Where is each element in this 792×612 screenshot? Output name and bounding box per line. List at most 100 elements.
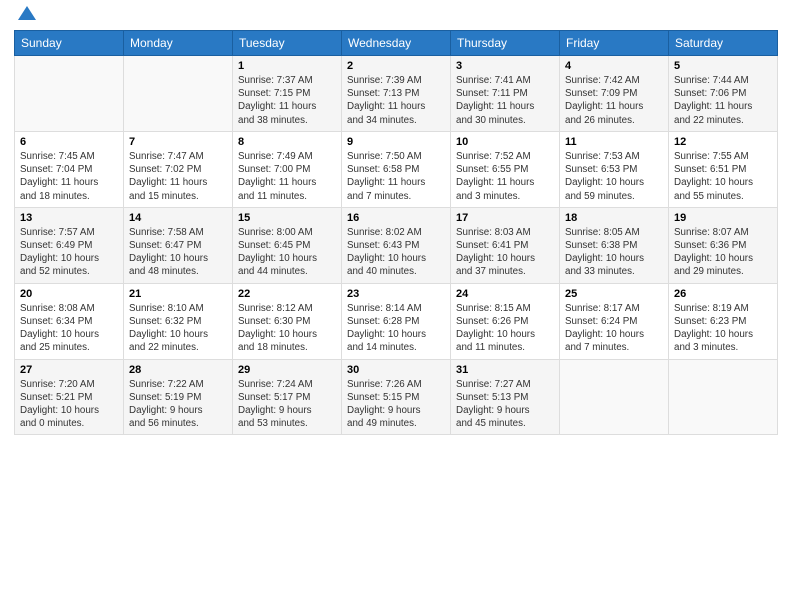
day-number: 23 <box>347 288 445 300</box>
day-info: Sunrise: 8:07 AM Sunset: 6:36 PM Dayligh… <box>674 226 772 279</box>
calendar-cell: 1 Sunrise: 7:37 AM Sunset: 7:15 PM Daylig… <box>233 56 342 132</box>
calendar-cell: 15 Sunrise: 8:00 AM Sunset: 6:45 PM Dayli… <box>233 207 342 283</box>
day-number: 11 <box>565 136 663 148</box>
day-info: Sunrise: 7:57 AM Sunset: 6:49 PM Dayligh… <box>20 226 118 279</box>
day-number: 26 <box>674 288 772 300</box>
calendar-cell: 21 Sunrise: 8:10 AM Sunset: 6:32 PM Dayli… <box>124 283 233 359</box>
calendar-cell: 2 Sunrise: 7:39 AM Sunset: 7:13 PM Daylig… <box>342 56 451 132</box>
day-number: 2 <box>347 60 445 72</box>
day-number: 18 <box>565 212 663 224</box>
day-info: Sunrise: 8:19 AM Sunset: 6:23 PM Dayligh… <box>674 302 772 355</box>
day-number: 28 <box>129 364 227 376</box>
calendar-cell: 24 Sunrise: 8:15 AM Sunset: 6:26 PM Dayli… <box>451 283 560 359</box>
day-info: Sunrise: 7:50 AM Sunset: 6:58 PM Dayligh… <box>347 150 445 203</box>
day-info: Sunrise: 8:08 AM Sunset: 6:34 PM Dayligh… <box>20 302 118 355</box>
header-day-wednesday: Wednesday <box>342 31 451 56</box>
day-info: Sunrise: 7:49 AM Sunset: 7:00 PM Dayligh… <box>238 150 336 203</box>
calendar-cell: 14 Sunrise: 7:58 AM Sunset: 6:47 PM Dayli… <box>124 207 233 283</box>
calendar-cell: 27 Sunrise: 7:20 AM Sunset: 5:21 PM Dayli… <box>15 359 124 435</box>
header-day-sunday: Sunday <box>15 31 124 56</box>
day-info: Sunrise: 8:03 AM Sunset: 6:41 PM Dayligh… <box>456 226 554 279</box>
day-info: Sunrise: 7:20 AM Sunset: 5:21 PM Dayligh… <box>20 378 118 431</box>
calendar-cell: 20 Sunrise: 8:08 AM Sunset: 6:34 PM Dayli… <box>15 283 124 359</box>
header-day-friday: Friday <box>560 31 669 56</box>
calendar-cell <box>669 359 778 435</box>
calendar-header: SundayMondayTuesdayWednesdayThursdayFrid… <box>15 31 778 56</box>
calendar-cell <box>124 56 233 132</box>
day-number: 19 <box>674 212 772 224</box>
calendar-cell: 16 Sunrise: 8:02 AM Sunset: 6:43 PM Dayli… <box>342 207 451 283</box>
calendar-cell: 12 Sunrise: 7:55 AM Sunset: 6:51 PM Dayli… <box>669 131 778 207</box>
header-day-monday: Monday <box>124 31 233 56</box>
page-container: SundayMondayTuesdayWednesdayThursdayFrid… <box>0 0 792 445</box>
calendar-cell: 18Sunrise: 8:05 AM Sunset: 6:38 PM Dayli… <box>560 207 669 283</box>
header-day-tuesday: Tuesday <box>233 31 342 56</box>
day-number: 29 <box>238 364 336 376</box>
day-info: Sunrise: 8:12 AM Sunset: 6:30 PM Dayligh… <box>238 302 336 355</box>
day-number: 25 <box>565 288 663 300</box>
calendar-body: 1 Sunrise: 7:37 AM Sunset: 7:15 PM Daylig… <box>15 56 778 435</box>
calendar-cell: 3 Sunrise: 7:41 AM Sunset: 7:11 PM Daylig… <box>451 56 560 132</box>
day-info: Sunrise: 8:02 AM Sunset: 6:43 PM Dayligh… <box>347 226 445 279</box>
calendar-cell: 28Sunrise: 7:22 AM Sunset: 5:19 PM Dayli… <box>124 359 233 435</box>
day-info: Sunrise: 7:55 AM Sunset: 6:51 PM Dayligh… <box>674 150 772 203</box>
day-info: Sunrise: 7:52 AM Sunset: 6:55 PM Dayligh… <box>456 150 554 203</box>
calendar-cell: 7 Sunrise: 7:47 AM Sunset: 7:02 PM Daylig… <box>124 131 233 207</box>
day-info: Sunrise: 7:44 AM Sunset: 7:06 PM Dayligh… <box>674 74 772 127</box>
day-number: 9 <box>347 136 445 148</box>
day-number: 10 <box>456 136 554 148</box>
day-info: Sunrise: 7:26 AM Sunset: 5:15 PM Dayligh… <box>347 378 445 431</box>
day-number: 16 <box>347 212 445 224</box>
logo <box>14 10 38 24</box>
calendar-cell: 23 Sunrise: 8:14 AM Sunset: 6:28 PM Dayli… <box>342 283 451 359</box>
header-row: SundayMondayTuesdayWednesdayThursdayFrid… <box>15 31 778 56</box>
header-day-thursday: Thursday <box>451 31 560 56</box>
day-number: 17 <box>456 212 554 224</box>
day-number: 7 <box>129 136 227 148</box>
calendar-cell: 6 Sunrise: 7:45 AM Sunset: 7:04 PM Daylig… <box>15 131 124 207</box>
day-info: Sunrise: 8:10 AM Sunset: 6:32 PM Dayligh… <box>129 302 227 355</box>
day-number: 15 <box>238 212 336 224</box>
calendar-cell: 22Sunrise: 8:12 AM Sunset: 6:30 PM Dayli… <box>233 283 342 359</box>
day-number: 27 <box>20 364 118 376</box>
calendar-cell: 29 Sunrise: 7:24 AM Sunset: 5:17 PM Dayli… <box>233 359 342 435</box>
day-info: Sunrise: 7:24 AM Sunset: 5:17 PM Dayligh… <box>238 378 336 431</box>
calendar-cell: 8 Sunrise: 7:49 AM Sunset: 7:00 PM Daylig… <box>233 131 342 207</box>
day-info: Sunrise: 7:27 AM Sunset: 5:13 PM Dayligh… <box>456 378 554 431</box>
day-number: 20 <box>20 288 118 300</box>
calendar-week-2: 6 Sunrise: 7:45 AM Sunset: 7:04 PM Daylig… <box>15 131 778 207</box>
day-number: 14 <box>129 212 227 224</box>
day-number: 6 <box>20 136 118 148</box>
day-info: Sunrise: 7:45 AM Sunset: 7:04 PM Dayligh… <box>20 150 118 203</box>
day-info: Sunrise: 7:47 AM Sunset: 7:02 PM Dayligh… <box>129 150 227 203</box>
calendar-cell: 11Sunrise: 7:53 AM Sunset: 6:53 PM Dayli… <box>560 131 669 207</box>
calendar-week-1: 1 Sunrise: 7:37 AM Sunset: 7:15 PM Daylig… <box>15 56 778 132</box>
day-number: 24 <box>456 288 554 300</box>
calendar-cell: 25Sunrise: 8:17 AM Sunset: 6:24 PM Dayli… <box>560 283 669 359</box>
day-info: Sunrise: 7:39 AM Sunset: 7:13 PM Dayligh… <box>347 74 445 127</box>
calendar-week-3: 13Sunrise: 7:57 AM Sunset: 6:49 PM Dayli… <box>15 207 778 283</box>
calendar-week-5: 27 Sunrise: 7:20 AM Sunset: 5:21 PM Dayli… <box>15 359 778 435</box>
day-info: Sunrise: 8:15 AM Sunset: 6:26 PM Dayligh… <box>456 302 554 355</box>
day-number: 8 <box>238 136 336 148</box>
day-info: Sunrise: 8:14 AM Sunset: 6:28 PM Dayligh… <box>347 302 445 355</box>
day-number: 4 <box>565 60 663 72</box>
calendar-cell: 10 Sunrise: 7:52 AM Sunset: 6:55 PM Dayli… <box>451 131 560 207</box>
calendar-cell <box>15 56 124 132</box>
day-info: Sunrise: 7:58 AM Sunset: 6:47 PM Dayligh… <box>129 226 227 279</box>
day-info: Sunrise: 7:41 AM Sunset: 7:11 PM Dayligh… <box>456 74 554 127</box>
day-info: Sunrise: 7:37 AM Sunset: 7:15 PM Dayligh… <box>238 74 336 127</box>
calendar-cell: 17 Sunrise: 8:03 AM Sunset: 6:41 PM Dayli… <box>451 207 560 283</box>
day-number: 3 <box>456 60 554 72</box>
calendar-cell: 31Sunrise: 7:27 AM Sunset: 5:13 PM Dayli… <box>451 359 560 435</box>
calendar-cell: 19 Sunrise: 8:07 AM Sunset: 6:36 PM Dayli… <box>669 207 778 283</box>
day-number: 12 <box>674 136 772 148</box>
calendar-table: SundayMondayTuesdayWednesdayThursdayFrid… <box>14 30 778 435</box>
calendar-cell: 4Sunrise: 7:42 AM Sunset: 7:09 PM Daylig… <box>560 56 669 132</box>
day-info: Sunrise: 8:00 AM Sunset: 6:45 PM Dayligh… <box>238 226 336 279</box>
day-number: 5 <box>674 60 772 72</box>
calendar-cell: 5 Sunrise: 7:44 AM Sunset: 7:06 PM Daylig… <box>669 56 778 132</box>
calendar-cell: 30Sunrise: 7:26 AM Sunset: 5:15 PM Dayli… <box>342 359 451 435</box>
day-number: 1 <box>238 60 336 72</box>
day-number: 21 <box>129 288 227 300</box>
